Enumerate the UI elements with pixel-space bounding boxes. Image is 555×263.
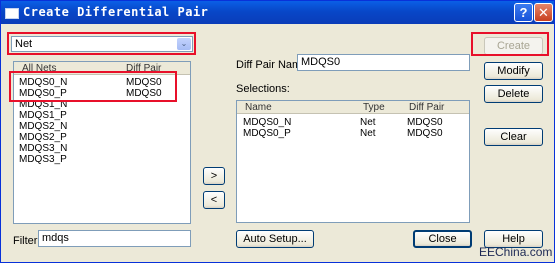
sel-diff-pair: MDQS0: [407, 128, 443, 139]
selection-row[interactable]: MDQS0_N Net MDQS0: [237, 117, 469, 128]
filter-input[interactable]: mdqs: [38, 230, 191, 247]
net-row[interactable]: MDQS3_P: [14, 154, 190, 165]
modify-button[interactable]: Modify: [484, 62, 543, 80]
title-close-button[interactable]: ✕: [534, 3, 553, 22]
create-button-highlight: [471, 32, 549, 56]
sel-name: MDQS0_P: [243, 128, 291, 139]
sel-type: Net: [360, 117, 376, 128]
net-name: MDQS1_P: [19, 110, 67, 121]
delete-button[interactable]: Delete: [484, 85, 543, 103]
type-select-highlight: [7, 32, 196, 55]
selected-nets-highlight: [9, 71, 177, 102]
window-icon: [5, 8, 19, 19]
col-name[interactable]: Name: [245, 101, 272, 114]
selection-row[interactable]: MDQS0_P Net MDQS0: [237, 128, 469, 139]
net-name: MDQS3_N: [19, 143, 68, 154]
auto-setup-button[interactable]: Auto Setup...: [236, 230, 314, 248]
selections-label: Selections:: [236, 83, 290, 95]
watermark: EEChina.com: [479, 245, 553, 259]
move-left-button[interactable]: <: [203, 191, 225, 209]
col-type[interactable]: Type: [363, 101, 385, 114]
net-row[interactable]: MDQS2_P: [14, 132, 190, 143]
filter-label: Filter:: [13, 235, 41, 247]
net-row[interactable]: MDQS3_N: [14, 143, 190, 154]
dialog-window: Create Differential Pair ? ✕ Net ⌄ All N…: [0, 0, 555, 263]
window-title: Create Differential Pair: [23, 5, 209, 19]
selections-header: Name Type Diff Pair: [237, 101, 469, 114]
sel-type: Net: [360, 128, 376, 139]
selections-list[interactable]: Name Type Diff Pair MDQS0_N Net MDQS0 MDQS0…: [236, 100, 470, 223]
clear-button[interactable]: Clear: [484, 128, 543, 146]
move-right-button[interactable]: >: [203, 167, 225, 185]
net-row[interactable]: MDQS2_N: [14, 121, 190, 132]
close-button[interactable]: Close: [413, 230, 472, 248]
net-name: MDQS3_P: [19, 154, 67, 165]
net-name: MDQS2_N: [19, 121, 68, 132]
net-row[interactable]: MDQS1_P: [14, 110, 190, 121]
title-bar[interactable]: Create Differential Pair ? ✕: [1, 1, 554, 24]
diff-pair-name-input[interactable]: MDQS0: [297, 54, 470, 71]
title-help-button[interactable]: ?: [514, 3, 533, 22]
net-name: MDQS2_P: [19, 132, 67, 143]
sel-name: MDQS0_N: [243, 117, 292, 128]
col-sel-diff-pair[interactable]: Diff Pair: [409, 101, 444, 114]
sel-diff-pair: MDQS0: [407, 117, 443, 128]
